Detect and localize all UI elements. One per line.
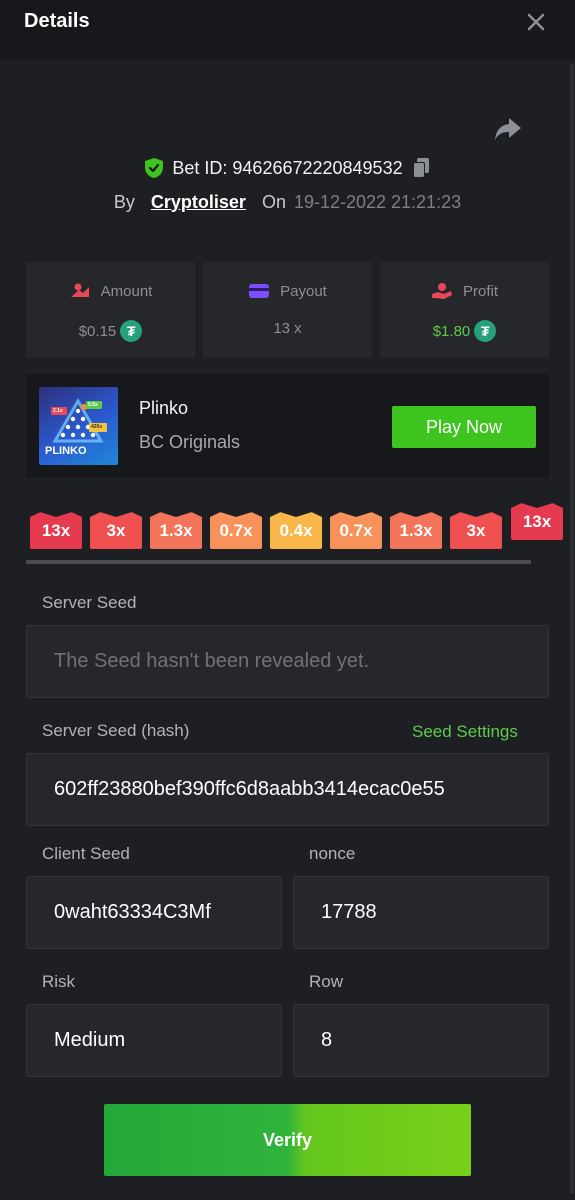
- copy-icon[interactable]: [411, 157, 431, 179]
- share-button[interactable]: [492, 114, 524, 144]
- shield-check-icon: [145, 158, 164, 178]
- risk-field[interactable]: Medium: [26, 1004, 282, 1077]
- bet-id-row: Bet ID: 94626672220849532: [0, 154, 575, 182]
- payout-card: Payout 13 x: [203, 262, 372, 358]
- multiplier-bucket: 1.3x: [150, 512, 202, 549]
- seed-settings-link[interactable]: Seed Settings: [412, 722, 518, 742]
- on-label: On: [261, 191, 286, 212]
- multiplier-bucket: 0.4x: [270, 512, 322, 549]
- scrollbar[interactable]: [570, 64, 574, 1194]
- wallet-icon: [249, 284, 270, 298]
- profit-icon: [431, 283, 452, 299]
- multiplier-bucket: 0.7x: [330, 512, 382, 549]
- server-seed-hash-field[interactable]: 602ff23880bef390ffc6d8aabb3414ecac0e55: [26, 753, 549, 826]
- payout-value: 13 x: [273, 320, 302, 337]
- row-label: Row: [309, 972, 344, 991]
- client-seed-label: Client Seed: [42, 844, 130, 863]
- multiplier-bucket: 3x: [450, 512, 502, 549]
- row-field[interactable]: 8: [293, 1004, 549, 1077]
- play-now-button[interactable]: Play Now: [392, 406, 536, 448]
- server-seed-field[interactable]: The Seed hasn't been revealed yet.: [26, 625, 549, 698]
- tether-icon: ₮: [474, 320, 497, 342]
- game-card: 2.1x 0.5x 420x PLINKO Plinko BC Original…: [26, 374, 549, 478]
- bet-datetime: 19-12-2022 21:21:23: [293, 191, 462, 212]
- game-name: Plinko: [139, 398, 189, 418]
- share-icon: [495, 118, 521, 140]
- amount-icon: [70, 283, 89, 297]
- nonce-field[interactable]: 17788: [293, 876, 549, 949]
- bet-meta-row: By Cryptoliser On 19-12-2022 21:21:23: [0, 188, 575, 216]
- game-provider: BC Originals: [139, 432, 241, 452]
- header-bar: Details: [0, 0, 575, 60]
- user-link[interactable]: Cryptoliser: [151, 192, 246, 213]
- profit-value: $1.80: [432, 322, 471, 340]
- amount-value: $0.15: [78, 322, 117, 340]
- multiplier-bucket: 0.7x: [210, 512, 262, 549]
- close-icon: [527, 13, 545, 31]
- page-title: Details: [24, 10, 90, 32]
- multiplier-bucket: 1.3x: [390, 512, 442, 549]
- close-button[interactable]: [520, 6, 552, 38]
- server-seed-label: Server Seed: [42, 593, 137, 612]
- thumb-tag: 420x: [91, 424, 103, 430]
- server-seed-hash-label: Server Seed (hash): [42, 721, 190, 740]
- bet-id: Bet ID: 94626672220849532: [172, 157, 403, 178]
- verify-button[interactable]: Verify: [104, 1104, 471, 1176]
- thumb-tag: 2.1x: [53, 408, 63, 414]
- multiplier-divider: [26, 560, 531, 564]
- risk-label: Risk: [42, 972, 76, 991]
- payout-label: Payout: [280, 282, 327, 300]
- multiplier-bucket-highlighted: 13x: [511, 503, 563, 540]
- multiplier-bucket: 3x: [90, 512, 142, 549]
- tether-icon: ₮: [120, 320, 143, 342]
- profit-label: Profit: [462, 282, 498, 300]
- amount-card: Amount $0.15 ₮: [26, 262, 195, 358]
- amount-label: Amount: [100, 282, 153, 300]
- thumb-tag: 0.5x: [88, 402, 98, 408]
- thumb-title: PLINKO: [45, 445, 87, 457]
- multiplier-bucket: 13x: [30, 512, 82, 549]
- profit-card: Profit $1.80 ₮: [380, 262, 549, 358]
- nonce-label: nonce: [309, 844, 356, 863]
- by-label: By: [113, 191, 135, 212]
- plinko-thumbnail[interactable]: 2.1x 0.5x 420x PLINKO: [39, 387, 118, 465]
- client-seed-field[interactable]: 0waht63334C3Mf: [26, 876, 282, 949]
